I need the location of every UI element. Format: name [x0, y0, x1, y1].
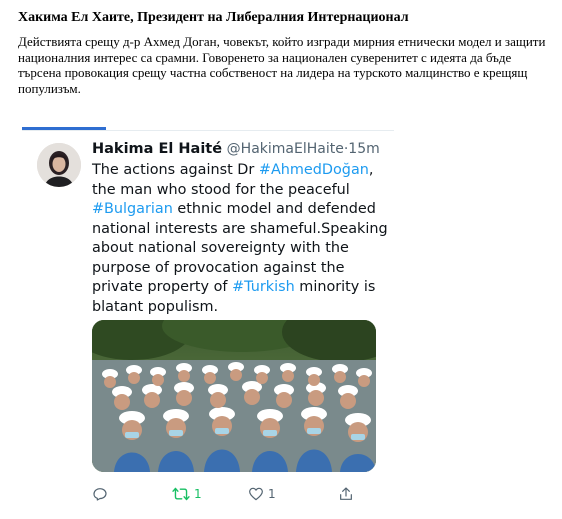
share-button[interactable] — [338, 483, 354, 505]
tweet-card[interactable]: Hakima El Haité @HakimaElHaite·15m The a… — [22, 127, 394, 519]
retweet-count: 1 — [194, 487, 202, 501]
reply-icon — [93, 488, 107, 501]
tweet-header: Hakima El Haité @HakimaElHaite·15m — [92, 140, 392, 158]
crowd-photo-icon — [92, 320, 376, 472]
tweet-handle[interactable]: @HakimaElHaite — [227, 141, 344, 157]
retweet-icon — [172, 487, 190, 501]
share-icon — [340, 487, 352, 500]
tweet-text: The actions against Dr #AhmedDoğan, the … — [92, 161, 392, 317]
tweet-author-name[interactable]: Hakima El Haité — [92, 141, 222, 157]
hashtag-turkish[interactable]: #Turkish — [232, 279, 295, 295]
tweet-photo[interactable] — [92, 320, 376, 472]
like-count: 1 — [268, 487, 276, 501]
hashtag-bulgarian[interactable]: #Bulgarian — [92, 201, 173, 217]
avatar[interactable] — [37, 143, 81, 187]
tweet-text-part: The actions against Dr — [92, 162, 259, 178]
article-title: Хакима Ел Хаите, Президент на Либералния… — [18, 10, 409, 25]
like-button[interactable]: 1 — [248, 483, 276, 505]
retweet-button[interactable]: 1 — [172, 483, 202, 505]
tweet-actions: 1 1 — [92, 483, 392, 505]
hashtag-ahmed-dogan[interactable]: #AhmedDoğan — [259, 162, 369, 178]
tweet-time[interactable]: 15m — [348, 141, 379, 157]
heart-icon — [249, 487, 263, 501]
reply-button[interactable] — [92, 483, 108, 505]
tweet-divider — [22, 130, 394, 131]
avatar-portrait-icon — [37, 143, 81, 187]
article-body: Действията срещу д-р Ахмед Доган, човекъ… — [18, 34, 546, 96]
